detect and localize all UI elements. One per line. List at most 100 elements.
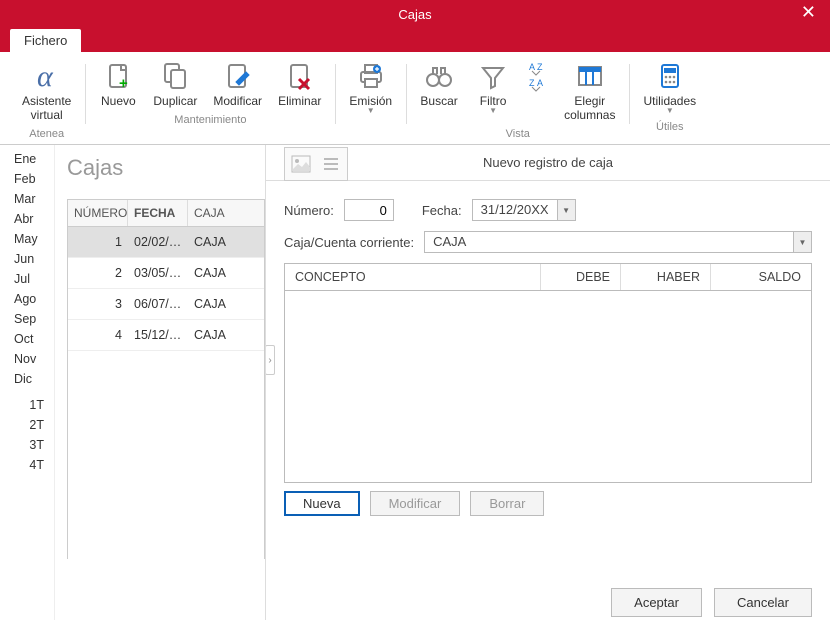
col-fecha[interactable]: FECHA bbox=[128, 200, 188, 226]
registro-panel: Nuevo registro de caja Número: Fecha: 31… bbox=[265, 145, 830, 620]
ribbon-group-label: Atenea bbox=[29, 126, 64, 144]
period-item[interactable]: Sep bbox=[0, 309, 54, 329]
ribbon-group-mantenimiento: + Nuevo Duplicar Modificar Eli bbox=[85, 56, 335, 144]
calculator-icon bbox=[654, 60, 686, 92]
period-item[interactable]: Jul bbox=[0, 269, 54, 289]
btn-asistente-virtual[interactable]: α Asistente virtual bbox=[16, 56, 77, 126]
btn-filtro[interactable]: Filtro ▼ bbox=[468, 56, 518, 126]
combo-fecha[interactable]: 31/12/20XX ▼ bbox=[472, 199, 576, 221]
cell-caja: CAJA bbox=[188, 289, 264, 319]
svg-text:Z: Z bbox=[537, 62, 543, 72]
btn-cancelar[interactable]: Cancelar bbox=[714, 588, 812, 617]
cell-numero: 3 bbox=[68, 289, 128, 319]
btn-modificar[interactable]: Modificar bbox=[207, 56, 268, 112]
btn-sort[interactable]: AZZA bbox=[522, 56, 554, 126]
cell-fecha: 15/12/2... bbox=[128, 320, 188, 350]
period-item[interactable]: 4T bbox=[0, 455, 54, 475]
col-caja[interactable]: CAJA bbox=[188, 200, 264, 226]
cajas-grid: NÚMERO FECHA CAJA 102/02/2...CAJA203/05/… bbox=[67, 199, 265, 559]
list-icon[interactable] bbox=[317, 150, 345, 178]
cell-caja: CAJA bbox=[188, 258, 264, 288]
alpha-icon: α bbox=[31, 60, 63, 92]
period-item[interactable]: Jun bbox=[0, 249, 54, 269]
btn-nueva[interactable]: Nueva bbox=[284, 491, 360, 516]
cell-fecha: 06/07/2... bbox=[128, 289, 188, 319]
label-fecha: Fecha: bbox=[422, 203, 462, 218]
period-item[interactable]: Abr bbox=[0, 209, 54, 229]
chevron-down-icon: ▼ bbox=[666, 106, 674, 115]
close-icon[interactable]: ✕ bbox=[795, 2, 822, 23]
combo-fecha-value: 31/12/20XX bbox=[473, 200, 557, 220]
btn-aceptar[interactable]: Aceptar bbox=[611, 588, 702, 617]
cell-caja: CAJA bbox=[188, 227, 264, 257]
input-numero[interactable] bbox=[344, 199, 394, 221]
period-item[interactable]: 2T bbox=[0, 415, 54, 435]
col-debe[interactable]: DEBE bbox=[541, 264, 621, 290]
period-item[interactable]: Mar bbox=[0, 189, 54, 209]
ribbon-tab-fichero[interactable]: Fichero bbox=[10, 29, 81, 52]
combo-caja[interactable]: CAJA ▼ bbox=[424, 231, 812, 253]
btn-borrar[interactable]: Borrar bbox=[470, 491, 544, 516]
ribbon-group-atenea: α Asistente virtual Atenea bbox=[8, 56, 85, 144]
period-item[interactable]: Ago bbox=[0, 289, 54, 309]
col-concepto[interactable]: CONCEPTO bbox=[285, 264, 541, 290]
cajas-title: Cajas bbox=[67, 155, 265, 181]
title-bar: Cajas ✕ bbox=[0, 0, 830, 28]
ribbon-group-label: Mantenimiento bbox=[174, 112, 246, 130]
period-item[interactable]: 1T bbox=[0, 395, 54, 415]
image-icon[interactable] bbox=[287, 150, 315, 178]
cell-numero: 1 bbox=[68, 227, 128, 257]
btn-utilidades[interactable]: Utilidades ▼ bbox=[637, 56, 702, 119]
ribbon-group-utiles: Utilidades ▼ Útiles bbox=[629, 56, 710, 144]
period-item[interactable]: Nov bbox=[0, 349, 54, 369]
document-duplicate-icon bbox=[159, 60, 191, 92]
btn-buscar[interactable]: Buscar bbox=[414, 56, 464, 126]
chevron-down-icon: ▼ bbox=[489, 106, 497, 115]
window-title: Cajas bbox=[398, 7, 431, 22]
period-item[interactable]: 3T bbox=[0, 435, 54, 455]
col-saldo[interactable]: SALDO bbox=[711, 264, 811, 290]
col-haber[interactable]: HABER bbox=[621, 264, 711, 290]
chevron-down-icon: ▼ bbox=[367, 106, 375, 115]
period-list: EneFebMarAbrMayJunJulAgoSepOctNovDic 1T2… bbox=[0, 145, 55, 620]
cell-numero: 2 bbox=[68, 258, 128, 288]
cell-numero: 4 bbox=[68, 320, 128, 350]
cajas-row[interactable]: 203/05/2...CAJA bbox=[68, 258, 264, 289]
period-item[interactable]: May bbox=[0, 229, 54, 249]
mini-toolbar bbox=[284, 147, 348, 181]
ribbon-group-emision: Emisión ▼ bbox=[335, 56, 406, 144]
btn-duplicar[interactable]: Duplicar bbox=[147, 56, 203, 112]
ribbon-group-label: Vista bbox=[506, 126, 530, 144]
printer-icon bbox=[355, 60, 387, 92]
btn-emision[interactable]: Emisión ▼ bbox=[343, 56, 398, 119]
chevron-down-icon[interactable]: ▼ bbox=[793, 232, 811, 252]
panel-title: Nuevo registro de caja bbox=[266, 145, 830, 180]
chevron-down-icon[interactable]: ▼ bbox=[557, 200, 575, 220]
ribbon-group-vista: Buscar Filtro ▼ AZZA Elegir columnas bbox=[406, 56, 629, 144]
cajas-row[interactable]: 306/07/2...CAJA bbox=[68, 289, 264, 320]
ribbon-tabstrip: Fichero bbox=[0, 28, 830, 52]
sort-az-icon: AZZA bbox=[528, 60, 548, 92]
document-new-icon: + bbox=[102, 60, 134, 92]
columns-icon bbox=[574, 60, 606, 92]
btn-nuevo[interactable]: + Nuevo bbox=[93, 56, 143, 112]
svg-text:+: + bbox=[119, 75, 128, 92]
btn-elegir-columnas[interactable]: Elegir columnas bbox=[558, 56, 621, 126]
funnel-icon bbox=[477, 60, 509, 92]
period-item[interactable]: Ene bbox=[0, 149, 54, 169]
btn-eliminar[interactable]: Eliminar bbox=[272, 56, 327, 112]
svg-text:Z: Z bbox=[529, 78, 535, 88]
label-numero: Número: bbox=[284, 203, 334, 218]
cajas-row[interactable]: 102/02/2...CAJA bbox=[68, 227, 264, 258]
svg-text:A: A bbox=[537, 78, 543, 88]
cajas-row[interactable]: 415/12/2...CAJA bbox=[68, 320, 264, 351]
col-numero[interactable]: NÚMERO bbox=[68, 200, 128, 226]
combo-caja-value: CAJA bbox=[425, 232, 793, 252]
period-item[interactable]: Dic bbox=[0, 369, 54, 389]
period-item[interactable]: Oct bbox=[0, 329, 54, 349]
svg-text:α: α bbox=[37, 60, 54, 92]
btn-det-modificar[interactable]: Modificar bbox=[370, 491, 461, 516]
ribbon: α Asistente virtual Atenea + Nuevo Dupli… bbox=[0, 52, 830, 145]
period-item[interactable]: Feb bbox=[0, 169, 54, 189]
label-caja: Caja/Cuenta corriente: bbox=[284, 235, 414, 250]
